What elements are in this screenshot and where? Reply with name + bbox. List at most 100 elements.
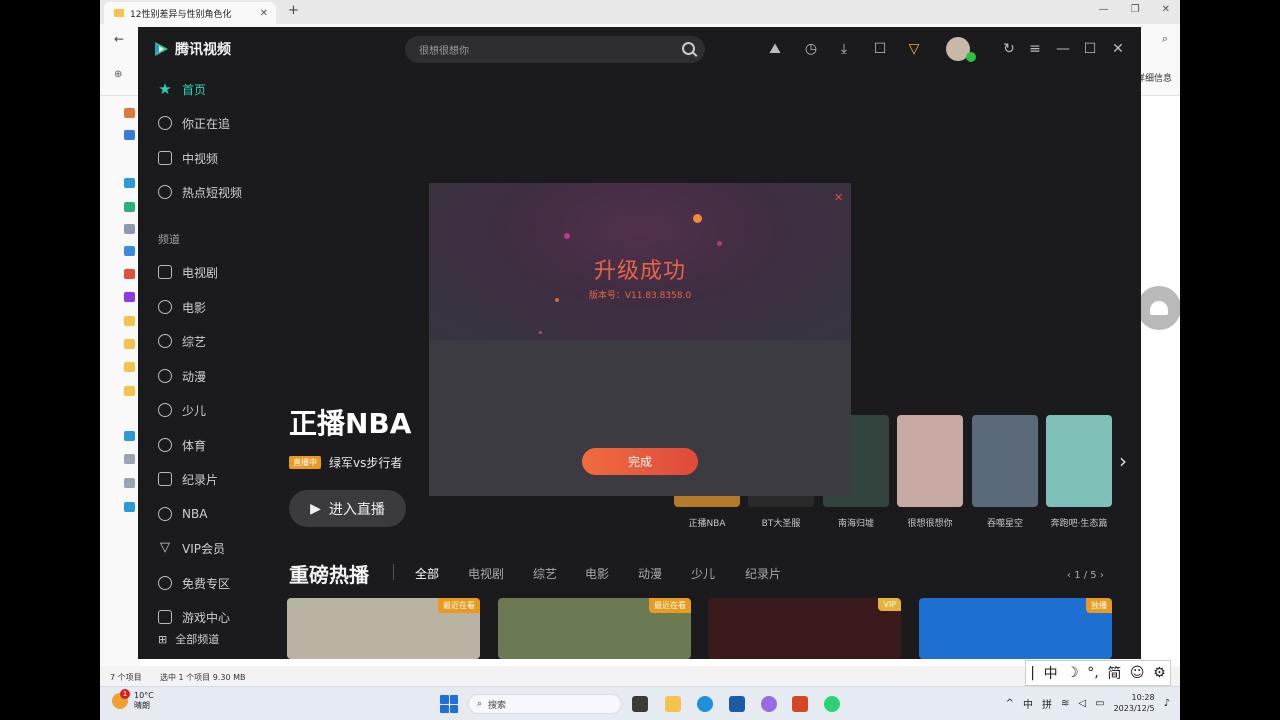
sidebar-item-free[interactable]: 免费专区 (158, 573, 230, 593)
floating-assistant-ball[interactable] (1137, 286, 1180, 330)
emoji-icon[interactable]: ☺ (1130, 665, 1145, 681)
sidebar-item-kids[interactable]: 少儿 (158, 400, 206, 420)
cloud-game-icon[interactable]: ⛰ (766, 40, 784, 58)
video-card-3[interactable]: 独播 (919, 598, 1112, 659)
refresh-icon[interactable]: ↻ (1000, 40, 1018, 58)
history-icon[interactable]: ◷ (802, 40, 820, 58)
start-button[interactable] (440, 695, 458, 713)
task-view-icon[interactable] (632, 696, 648, 712)
hero-thumb-3[interactable] (897, 415, 963, 507)
volume-icon[interactable]: ◁ (1078, 698, 1086, 709)
hero-thumb-label[interactable]: BT大圣服 (741, 516, 821, 529)
simplified-button[interactable]: 简 (1107, 663, 1121, 683)
search-icon[interactable]: ⌕ (1162, 32, 1168, 46)
chevron-up-icon[interactable]: ^ (1006, 698, 1014, 709)
folder-icon[interactable] (124, 339, 135, 349)
enter-live-button[interactable]: ▶ 进入直播 (289, 490, 406, 527)
new-tab-button[interactable]: + (288, 3, 299, 18)
taskbar-search[interactable]: ⌕ 搜索 (468, 694, 622, 714)
back-arrow-icon[interactable]: ← (114, 32, 124, 46)
close-icon[interactable]: ✕ (834, 191, 843, 204)
done-button[interactable]: 完成 (582, 448, 698, 475)
new-item-icon[interactable]: ⊕ (114, 69, 122, 80)
search-icon[interactable] (682, 42, 695, 55)
pictures-icon[interactable] (124, 246, 135, 256)
moon-icon[interactable]: ☽ (1066, 665, 1079, 681)
copilot-icon[interactable] (761, 696, 777, 712)
tab-movie[interactable]: 电影 (585, 565, 609, 582)
battery-icon[interactable]: ▭ (1095, 698, 1104, 709)
sidebar-item-mid-video[interactable]: 中视频 (158, 148, 218, 168)
ime-handle-icon[interactable]: | (1030, 665, 1035, 681)
video-card-0[interactable]: 最近在看 (287, 598, 480, 659)
sidebar-item-vip[interactable]: ▽ VIP会员 (158, 538, 225, 558)
maximize-icon[interactable]: ☐ (1081, 40, 1099, 58)
tencent-video-taskbar-icon[interactable] (824, 696, 840, 712)
sidebar-item-following[interactable]: 你正在追 (158, 113, 230, 133)
sidebar-item-home[interactable]: ★ 首页 (158, 79, 206, 99)
menu-icon[interactable]: ≡ (1026, 40, 1044, 58)
download-icon[interactable]: ⤓ (835, 40, 853, 58)
sidebar-item-anime[interactable]: 动漫 (158, 366, 206, 386)
gear-icon[interactable]: ⚙ (1153, 665, 1166, 681)
tab-anime[interactable]: 动漫 (638, 565, 662, 582)
home-icon[interactable] (124, 108, 135, 118)
folder-icon[interactable] (124, 316, 135, 326)
gamepad-icon[interactable]: ☐ (871, 40, 889, 58)
hero-thumb-5[interactable] (1046, 415, 1112, 507)
hero-thumb-4[interactable] (972, 415, 1038, 507)
ime-mode-button[interactable]: 中 (1044, 663, 1058, 683)
this-pc-icon[interactable] (124, 431, 135, 441)
close-icon[interactable]: ✕ (260, 8, 268, 19)
tab-documentary[interactable]: 纪录片 (745, 565, 781, 582)
videos-icon[interactable] (124, 292, 135, 302)
tab-tv-series[interactable]: 电视剧 (468, 565, 504, 582)
folder-icon[interactable] (124, 362, 135, 372)
sidebar-item-documentary[interactable]: 纪录片 (158, 469, 218, 489)
tab-all[interactable]: 全部 (415, 565, 439, 582)
tv-search-input[interactable]: 很想很想你 (405, 36, 705, 63)
ime-indicator[interactable]: 拼 (1042, 696, 1052, 711)
video-card-1[interactable]: 最近在看 (498, 598, 691, 659)
sidebar-item-short-video[interactable]: 热点短视频 (158, 182, 242, 202)
close-icon[interactable]: ✕ (1162, 4, 1170, 15)
explorer-tab[interactable]: 12性别差异与性别角色化 ✕ (104, 2, 276, 24)
language-indicator[interactable]: 中 (1023, 696, 1033, 711)
maximize-icon[interactable]: ❐ (1131, 4, 1140, 15)
tab-variety[interactable]: 综艺 (533, 565, 557, 582)
minimize-icon[interactable]: — (1099, 4, 1109, 15)
sidebar-item-variety[interactable]: 综艺 (158, 331, 206, 351)
hero-thumb-label[interactable]: 吞噬星空 (965, 516, 1045, 529)
bell-icon[interactable]: ♪ (1164, 698, 1170, 709)
punctuation-button[interactable]: °, (1087, 665, 1098, 681)
hero-thumb-label[interactable]: 南海归墟 (816, 516, 896, 529)
store-icon[interactable] (729, 696, 745, 712)
details-button[interactable]: 详细信息 (1136, 71, 1172, 84)
tv-logo[interactable]: 腾讯视频 (152, 39, 231, 59)
drive-icon[interactable] (124, 478, 135, 488)
music-icon[interactable] (124, 269, 135, 279)
powerpoint-icon[interactable] (792, 696, 808, 712)
sidebar-item-sports[interactable]: 体育 (158, 435, 206, 455)
file-explorer-icon[interactable] (665, 696, 681, 712)
tab-kids[interactable]: 少儿 (691, 565, 715, 582)
all-channels-button[interactable]: ⊞ 全部频道 (158, 631, 219, 647)
sidebar-item-nba[interactable]: NBA (158, 504, 207, 524)
desktop-icon[interactable] (124, 178, 135, 188)
downloads-icon[interactable] (124, 202, 135, 212)
hero-thumb-label[interactable]: 很想很想你 (890, 516, 970, 529)
chevron-right-icon[interactable]: › (1097, 570, 1104, 581)
wifi-icon[interactable]: ≋ (1061, 698, 1069, 709)
sidebar-item-movie[interactable]: 电影 (158, 297, 206, 317)
edge-icon[interactable] (697, 696, 713, 712)
chevron-right-icon[interactable]: › (1119, 449, 1127, 473)
documents-icon[interactable] (124, 224, 135, 234)
video-card-2[interactable]: VIP (708, 598, 901, 659)
folder-icon[interactable] (124, 386, 135, 396)
sidebar-item-games[interactable]: 游戏中心 (158, 607, 230, 627)
hero-thumb-label[interactable]: 奔跑吧·生态篇 (1039, 516, 1119, 529)
clock[interactable]: 10:28 2023/12/5 (1114, 692, 1155, 714)
drive-icon[interactable] (124, 454, 135, 464)
close-icon[interactable]: ✕ (1109, 40, 1127, 58)
sidebar-item-tv-series[interactable]: 电视剧 (158, 262, 218, 282)
